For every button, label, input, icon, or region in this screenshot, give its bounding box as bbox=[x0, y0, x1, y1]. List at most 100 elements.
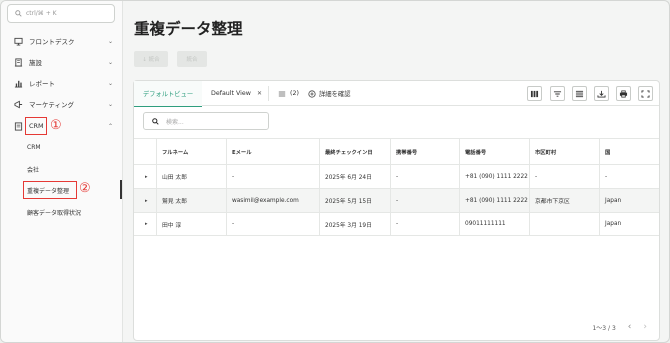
sidebar-subitem-customer-data-status[interactable]: 顧客データ取得状況 bbox=[27, 208, 81, 217]
list-icon bbox=[278, 91, 286, 96]
table-cell: Japan bbox=[605, 197, 622, 204]
table-cell: Japan bbox=[605, 221, 622, 227]
column-header[interactable]: 携帯番号 bbox=[390, 139, 417, 164]
filter-list-toggle[interactable]: (2) bbox=[278, 81, 299, 106]
highlight-box-crm bbox=[25, 117, 47, 135]
expand-row-icon[interactable]: ▸ bbox=[139, 213, 148, 235]
table-cell: - bbox=[232, 221, 235, 227]
step-marker-2: ② bbox=[79, 181, 91, 196]
table-row[interactable]: ▸ 田中 淳 - 2025年 3月 19日 - 09011111111 Japa… bbox=[134, 212, 659, 236]
expand-row-icon[interactable]: ▸ bbox=[139, 189, 148, 212]
details-button-label: 詳細を確認 bbox=[319, 91, 351, 98]
global-search-placeholder: ctrl/⌘ + K bbox=[26, 10, 57, 17]
columns-button[interactable] bbox=[527, 86, 542, 101]
filter-count: (2) bbox=[290, 90, 299, 97]
sidebar-subitem-companies[interactable]: 会社 bbox=[27, 165, 39, 174]
plus-circle-icon bbox=[308, 89, 316, 98]
sidebar-item-marketing[interactable]: マーケティング ⌄ bbox=[1, 97, 123, 111]
bar-chart-icon bbox=[14, 79, 23, 88]
search-icon bbox=[15, 10, 22, 17]
table-cell: 2025年 3月 19日 bbox=[325, 222, 372, 229]
active-indicator bbox=[120, 180, 122, 199]
column-header[interactable]: 市区町村 bbox=[529, 139, 556, 164]
density-icon bbox=[575, 90, 584, 97]
sidebar: ctrl/⌘ + K フロントデスク ⌄ 施設 ⌄ レポート ⌄ マーケティング… bbox=[1, 1, 123, 342]
step-marker-1: ① bbox=[50, 118, 62, 133]
tab-divider bbox=[268, 86, 269, 101]
app-window: ctrl/⌘ + K フロントデスク ⌄ 施設 ⌄ レポート ⌄ マーケティング… bbox=[0, 0, 670, 343]
close-icon[interactable]: ✕ bbox=[257, 90, 262, 97]
column-header[interactable]: 最終チェックイン日 bbox=[319, 139, 373, 164]
column-header[interactable]: 国 bbox=[599, 139, 610, 164]
table-cell: wasimil@example.com bbox=[232, 197, 299, 204]
table-cell: 2025年 5月 15日 bbox=[325, 199, 372, 205]
chevron-down-icon: ⌄ bbox=[108, 58, 114, 66]
table-cell: - bbox=[396, 197, 399, 204]
tab-default-view[interactable]: デフォルトビュー bbox=[134, 81, 202, 107]
print-icon bbox=[619, 89, 628, 98]
monitor-icon bbox=[14, 37, 23, 46]
table-cell: - bbox=[396, 173, 399, 180]
table-row[interactable]: ▸ 鷲見 太郎 wasimil@example.com 2025年 5月 15日… bbox=[134, 188, 659, 212]
table-cell: 09011111111 bbox=[465, 221, 506, 227]
column-header[interactable]: Eメール bbox=[226, 139, 252, 164]
filter-icon bbox=[553, 90, 562, 97]
tab-label: Default View bbox=[211, 90, 251, 97]
fullscreen-icon bbox=[641, 89, 650, 98]
pagination: 1〜3 / 3 ‹ › bbox=[592, 322, 647, 332]
sidebar-item-label: レポート bbox=[29, 80, 55, 88]
tab-label: デフォルトビュー bbox=[142, 91, 194, 98]
tab-saved-view[interactable]: Default View ✕ bbox=[211, 81, 262, 106]
table-cell: 山田 太郎 bbox=[162, 175, 188, 181]
pagination-range: 1〜3 / 3 bbox=[592, 324, 616, 332]
sidebar-item-label: フロントデスク bbox=[29, 38, 75, 46]
table-cell: 2025年 6月 24日 bbox=[325, 175, 372, 181]
sidebar-item-facilities[interactable]: 施設 ⌄ bbox=[1, 55, 123, 69]
sidebar-subitem-crm[interactable]: CRM bbox=[27, 144, 41, 151]
expand-row-icon[interactable]: ▸ bbox=[139, 165, 148, 188]
prev-page-icon[interactable]: ‹ bbox=[628, 322, 632, 332]
building-icon bbox=[14, 57, 23, 67]
column-header[interactable]: フルネーム bbox=[156, 139, 188, 164]
search-icon bbox=[152, 117, 159, 125]
fullscreen-button[interactable] bbox=[638, 86, 653, 101]
merge-button[interactable]: 統合 bbox=[177, 51, 207, 67]
sidebar-item-crm[interactable]: CRM ⌃ bbox=[1, 119, 123, 133]
table-cell: - bbox=[396, 221, 399, 227]
chevron-down-icon: ⌄ bbox=[108, 37, 114, 45]
sidebar-item-frontdesk[interactable]: フロントデスク ⌄ bbox=[1, 34, 123, 48]
page-title: 重複データ整理 bbox=[134, 20, 243, 38]
table-cell: 京都市下京区 bbox=[535, 199, 570, 205]
column-header[interactable]: 電話番号 bbox=[459, 139, 486, 164]
sidebar-item-label: 施設 bbox=[29, 59, 42, 67]
table-cell: 田中 淳 bbox=[162, 222, 182, 229]
filter-button[interactable] bbox=[550, 86, 565, 101]
crm-icon bbox=[14, 121, 23, 131]
density-button[interactable] bbox=[572, 86, 587, 101]
chevron-down-icon: ⌄ bbox=[108, 79, 114, 87]
global-search-input[interactable]: ctrl/⌘ + K bbox=[7, 4, 115, 23]
megaphone-icon bbox=[14, 100, 23, 109]
next-page-icon[interactable]: › bbox=[643, 322, 647, 332]
merge-download-button[interactable]: ↓ 統合 bbox=[134, 51, 168, 67]
table-cell: +81 (090) 1111 2222 bbox=[465, 173, 528, 180]
download-icon bbox=[597, 90, 606, 98]
data-panel: デフォルトビュー Default View ✕ (2) 詳細を確認 検索... … bbox=[133, 80, 660, 341]
table-row[interactable]: ▸ 山田 太郎 - 2025年 6月 24日 - +81 (090) 1111 … bbox=[134, 164, 659, 188]
sidebar-item-label: マーケティング bbox=[29, 101, 74, 109]
table-cell: - bbox=[232, 173, 235, 180]
highlight-box-dedup bbox=[23, 181, 77, 199]
view-tabbar: デフォルトビュー Default View ✕ (2) 詳細を確認 bbox=[134, 81, 659, 107]
table-cell: +81 (090) 1111 2222 bbox=[465, 197, 528, 204]
table-search-input[interactable]: 検索... bbox=[143, 112, 269, 130]
chevron-up-icon: ⌃ bbox=[108, 122, 114, 130]
print-button[interactable] bbox=[616, 86, 631, 101]
columns-icon bbox=[530, 90, 539, 97]
chevron-down-icon: ⌄ bbox=[108, 100, 114, 108]
table-cell: 鷲見 太郎 bbox=[162, 199, 188, 205]
table-cell: - bbox=[535, 173, 538, 180]
sidebar-item-reports[interactable]: レポート ⌄ bbox=[1, 76, 123, 90]
download-button[interactable] bbox=[594, 86, 609, 101]
table-search-placeholder: 検索... bbox=[166, 118, 184, 126]
details-button[interactable]: 詳細を確認 bbox=[308, 81, 350, 106]
